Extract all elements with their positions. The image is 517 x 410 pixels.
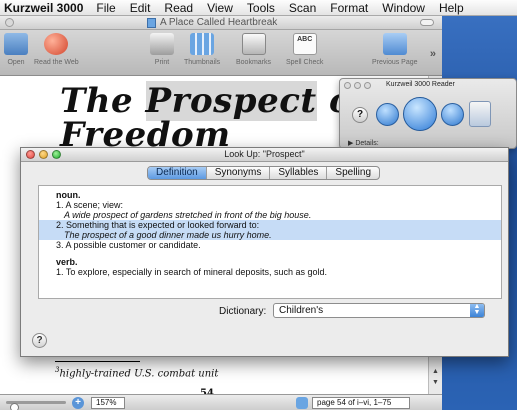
bookmarks-label: Bookmarks xyxy=(236,59,272,66)
read-the-web-label: Read the Web xyxy=(34,59,79,66)
dialog-title: Look Up: "Prospect" xyxy=(224,149,305,159)
status-bar: + 157% page 54 of i–vi, 1–75 xyxy=(0,394,442,410)
thumbnails-label: Thumbnails xyxy=(184,59,221,66)
reader-details-label: Details: xyxy=(355,140,379,147)
reader-help-icon[interactable]: ? xyxy=(352,107,368,123)
menu-format[interactable]: Format xyxy=(330,1,368,15)
dictionary-select[interactable]: Children's ▲ ▼ xyxy=(273,303,485,318)
lookup-tabs: Definition Synonyms Syllables Spelling xyxy=(147,166,381,180)
toolbar-toggle-button[interactable] xyxy=(420,19,434,26)
reader-zoom-button[interactable] xyxy=(364,82,371,89)
window-close-button[interactable] xyxy=(5,18,14,27)
reader-window-controls xyxy=(344,82,371,89)
reader-minimize-button[interactable] xyxy=(354,82,361,89)
thumbnails-button[interactable]: Thumbnails xyxy=(184,33,220,66)
document-titlebar: A Place Called Heartbreak xyxy=(0,16,442,30)
definition-item[interactable]: 1. A scene; view: xyxy=(39,200,501,210)
menu-scan[interactable]: Scan xyxy=(289,1,316,15)
zoom-slider-knob[interactable] xyxy=(10,403,19,410)
footnote: 3highly-trained U.S. combat unit xyxy=(55,366,218,379)
document-file-icon xyxy=(147,18,156,28)
menu-tools[interactable]: Tools xyxy=(247,1,275,15)
footnote-text: highly-trained U.S. combat unit xyxy=(59,368,219,380)
help-button[interactable]: ? xyxy=(32,333,47,348)
scroll-up-arrow-icon[interactable]: ▲ xyxy=(431,368,440,377)
menu-edit[interactable]: Edit xyxy=(130,1,151,15)
definition-example-selected: The prospect of a good dinner made us hu… xyxy=(39,230,501,240)
definition-item[interactable]: 3. A possible customer or candidate. xyxy=(39,240,501,250)
read-the-web-button[interactable]: Read the Web xyxy=(34,33,79,66)
tab-syllables[interactable]: Syllables xyxy=(270,167,328,179)
zoom-level[interactable]: 157% xyxy=(91,397,125,409)
left-arrow-icon xyxy=(382,33,407,55)
definition-panel[interactable]: noun. 1. A scene; view: A wide prospect … xyxy=(38,185,502,299)
dictionary-label: Dictionary: xyxy=(219,306,267,317)
page-nav-icon[interactable] xyxy=(296,397,308,409)
zoom-slider[interactable] xyxy=(6,401,66,410)
select-arrows-icon: ▲ ▼ xyxy=(470,303,484,317)
reader-close-button[interactable] xyxy=(344,82,351,89)
play-icon[interactable] xyxy=(403,97,437,131)
previous-page-button[interactable]: Previous Page xyxy=(372,33,418,66)
magnifier-icon[interactable] xyxy=(469,101,491,127)
document-title: A Place Called Heartbreak xyxy=(160,17,278,28)
definition-item-selected[interactable]: 2. Something that is expected or looked … xyxy=(39,220,501,230)
noun-label: noun. xyxy=(56,190,81,200)
definition-item[interactable]: 1. To explore, especially in search of m… xyxy=(39,267,501,277)
page-indicator[interactable]: page 54 of i–vi, 1–75 xyxy=(312,397,410,409)
spell-check-button[interactable]: ABC Spell Check xyxy=(286,33,323,66)
spell-check-icon: ABC xyxy=(292,33,317,55)
thumbnails-icon xyxy=(190,33,215,55)
reader-details-toggle[interactable]: ▶ Details: xyxy=(348,139,379,147)
folder-icon xyxy=(4,33,28,55)
previous-page-label: Previous Page xyxy=(372,59,418,66)
menu-help[interactable]: Help xyxy=(439,1,464,15)
page-headline: The Prospect of Freedom xyxy=(60,81,367,152)
open-button[interactable]: Open xyxy=(4,33,28,66)
scroll-down-arrow-icon[interactable]: ▼ xyxy=(431,379,440,388)
tab-definition[interactable]: Definition xyxy=(148,167,207,179)
dialog-titlebar: Look Up: "Prospect" xyxy=(21,148,508,162)
zoom-in-button[interactable]: + xyxy=(72,397,84,409)
book-icon xyxy=(241,33,266,55)
print-button[interactable]: Print xyxy=(150,33,174,66)
tab-spelling[interactable]: Spelling xyxy=(327,167,379,179)
footnote-divider xyxy=(55,361,140,362)
open-label: Open xyxy=(7,59,25,66)
print-label: Print xyxy=(154,59,170,66)
spell-check-label: Spell Check xyxy=(286,59,324,66)
definition-example: A wide prospect of gardens stretched in … xyxy=(64,210,312,220)
menu-bar: Kurzweil 3000 File Edit Read View Tools … xyxy=(0,0,517,16)
tab-synonyms[interactable]: Synonyms xyxy=(207,167,271,179)
app-menu[interactable]: Kurzweil 3000 xyxy=(4,1,83,15)
menu-read[interactable]: Read xyxy=(164,1,193,15)
bookmarks-button[interactable]: Bookmarks xyxy=(236,33,271,66)
menu-window[interactable]: Window xyxy=(382,1,425,15)
rewind-icon[interactable] xyxy=(376,103,399,126)
document-toolbar: Open Read the Web Print Thumbnails Bookm… xyxy=(0,30,442,76)
globe-icon xyxy=(44,33,69,55)
menu-file[interactable]: File xyxy=(96,1,115,15)
definition-spacer xyxy=(39,250,501,257)
lookup-dialog: Look Up: "Prospect" Definition Synonyms … xyxy=(20,147,509,357)
reader-window: Kurzweil 3000 Reader ? ▶ Details: xyxy=(339,78,517,149)
dictionary-selected-value: Children's xyxy=(279,305,324,316)
verb-label: verb. xyxy=(56,257,78,267)
toolbar-overflow-icon[interactable]: » xyxy=(430,48,436,60)
printer-icon xyxy=(150,33,174,55)
reader-title: Kurzweil 3000 Reader xyxy=(386,81,455,88)
fast-forward-icon[interactable] xyxy=(441,103,464,126)
menu-view[interactable]: View xyxy=(207,1,233,15)
